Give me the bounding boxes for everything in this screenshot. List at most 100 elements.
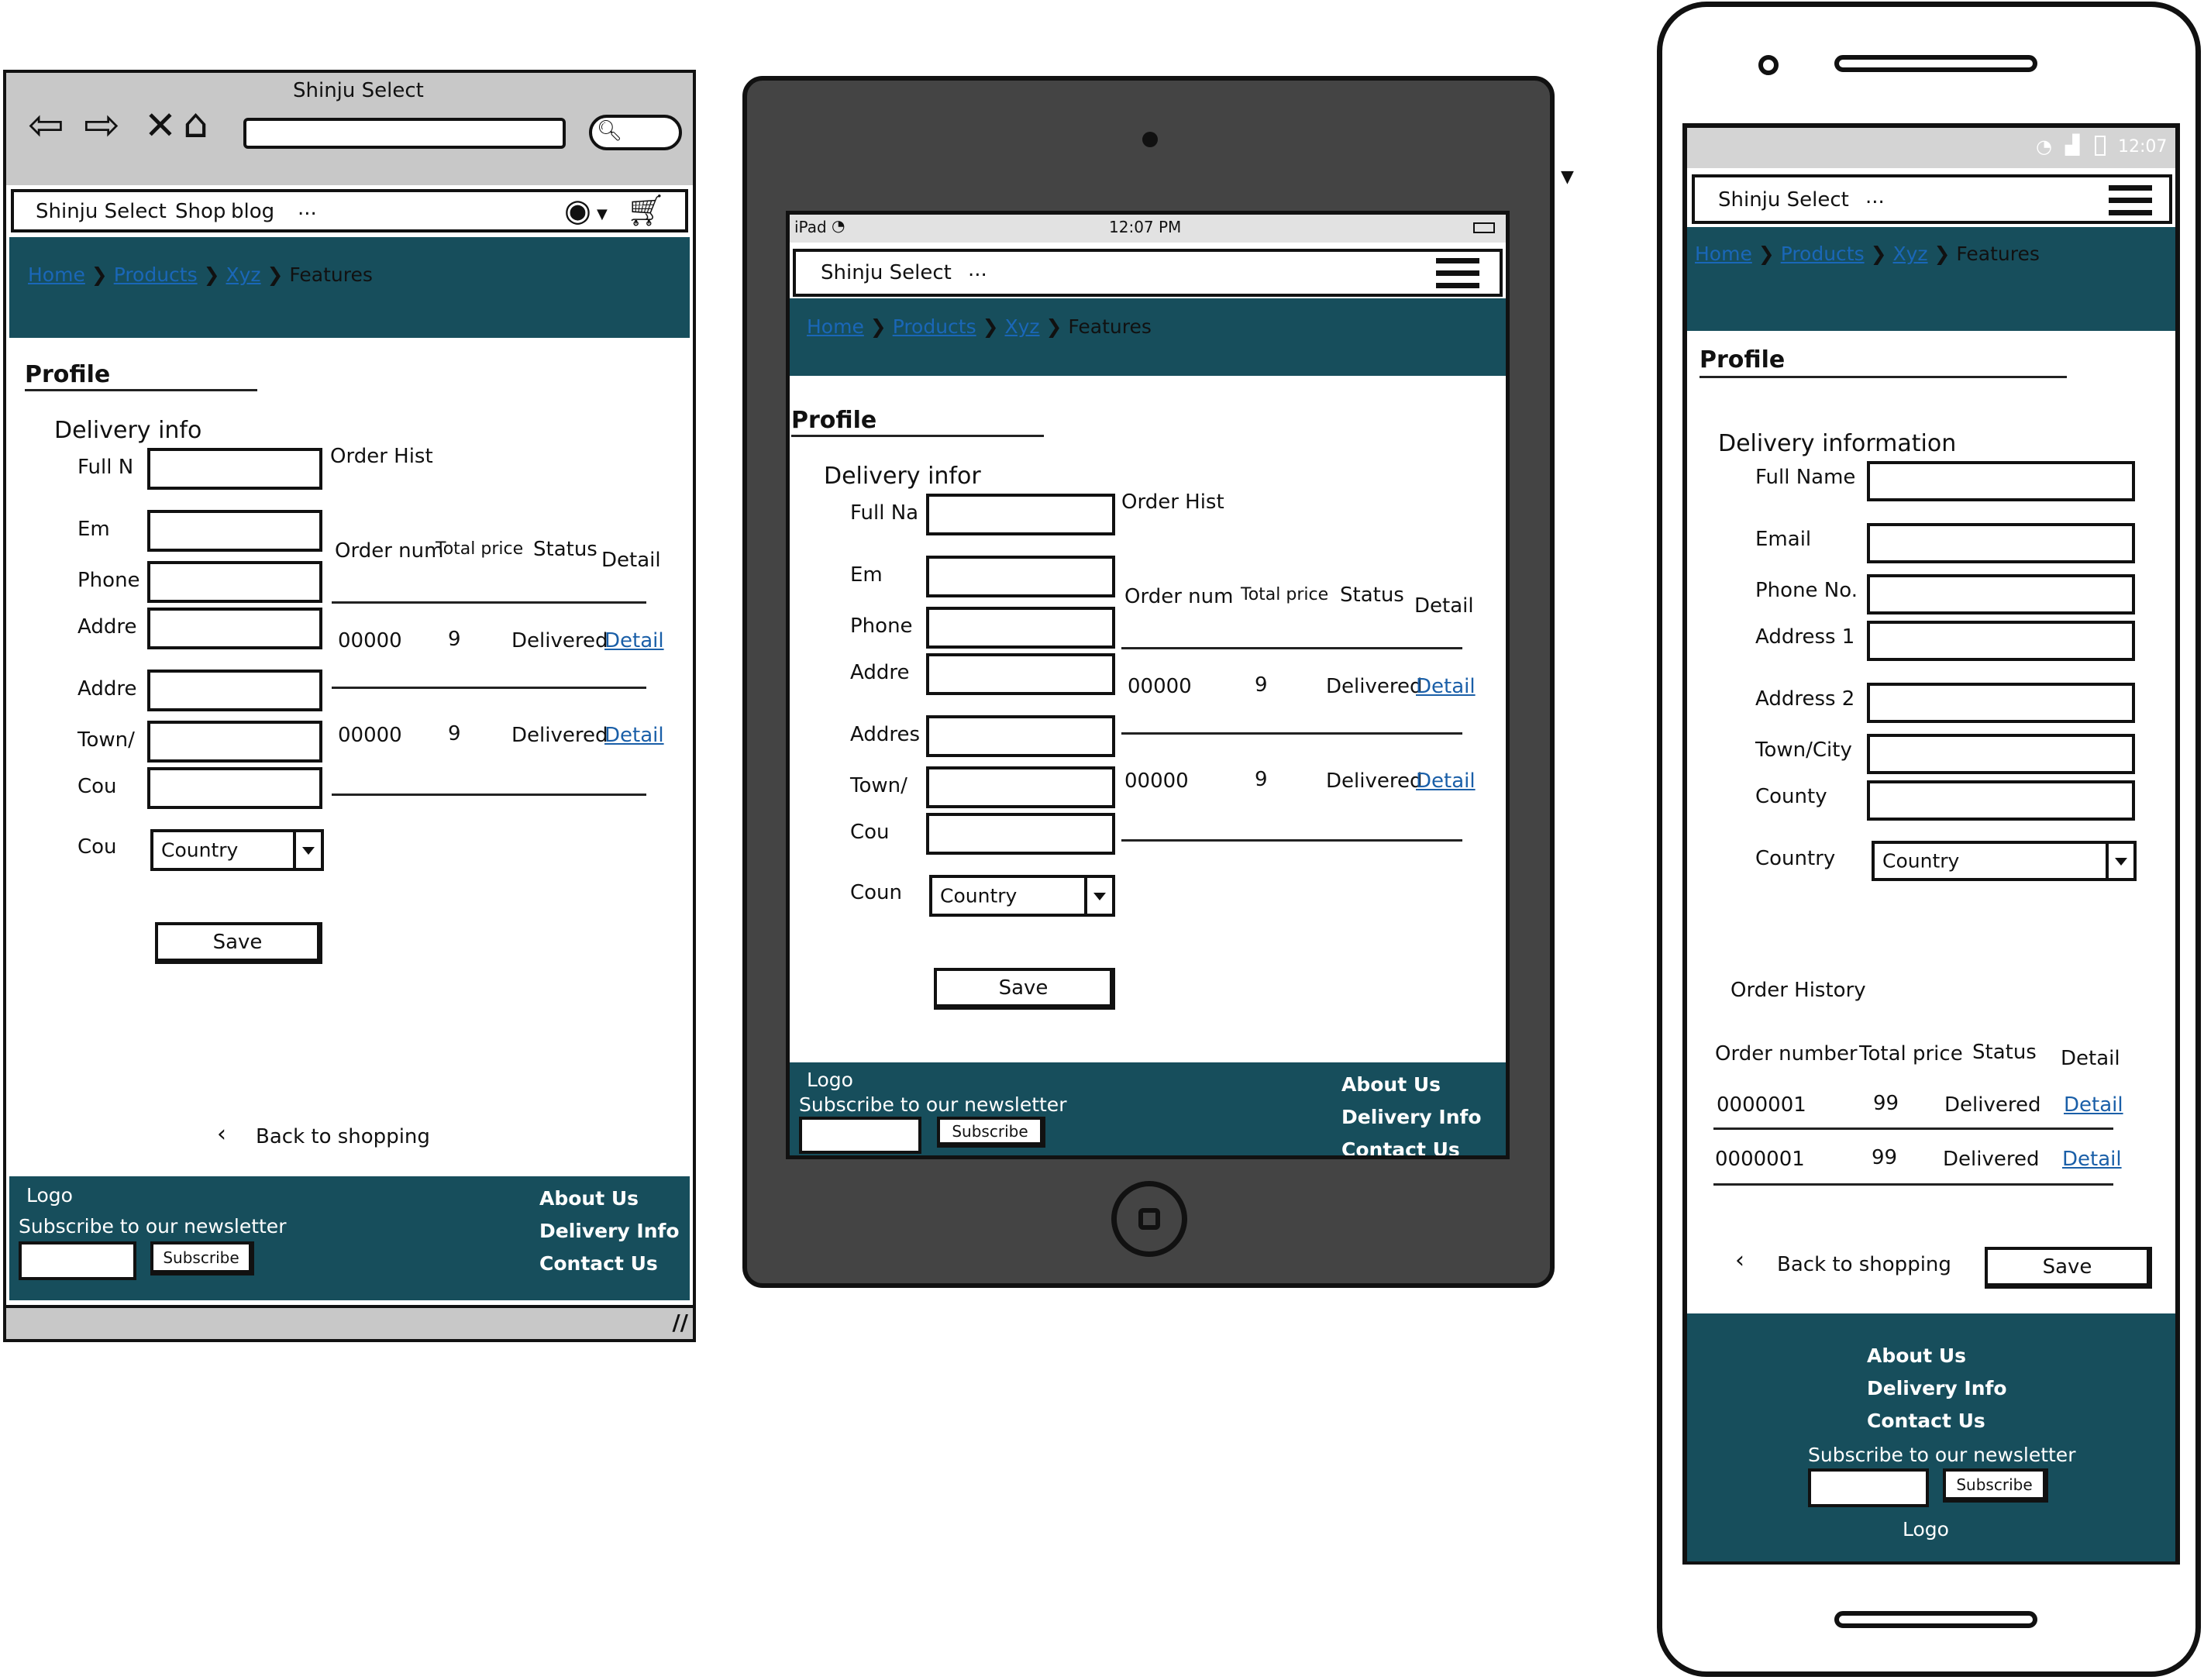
order-row-2-detail-link[interactable]: Detail (604, 724, 664, 747)
email-input[interactable] (1867, 523, 2135, 563)
order-header-num: Order number (1715, 1042, 1858, 1065)
address-bar[interactable] (243, 118, 566, 149)
newsletter-label: Subscribe to our newsletter (799, 1093, 1067, 1116)
page-title: Profile (25, 361, 111, 388)
address1-input[interactable] (147, 608, 322, 649)
back-to-shopping-link[interactable]: Back to shopping (1777, 1253, 1951, 1276)
email-input[interactable] (147, 510, 322, 552)
order-header-status: Status (1972, 1041, 2037, 1064)
address2-input[interactable] (926, 715, 1115, 757)
address1-input[interactable] (926, 653, 1115, 695)
battery-icon (2095, 136, 2106, 156)
order-history-title: Order Hist (1121, 491, 1224, 514)
country-select[interactable]: Country (1872, 841, 2137, 881)
tablet-home-button[interactable] (1111, 1181, 1187, 1257)
order-row-1-detail-link[interactable]: Detail (604, 629, 664, 652)
save-button[interactable]: Save (934, 968, 1115, 1010)
window-title: Shinju Select (293, 79, 424, 102)
order-row-1-num: 00000 (338, 629, 402, 652)
save-button[interactable]: Save (1985, 1247, 2152, 1289)
nav-shop[interactable]: Shop (175, 200, 226, 223)
phone-input[interactable] (1867, 574, 2135, 615)
nav-brand[interactable]: Shinju Select (821, 261, 952, 284)
breadcrumb-sub[interactable]: Xyz (226, 263, 261, 286)
order-row-1-detail-link[interactable]: Detail (2064, 1093, 2123, 1117)
back-arrow-icon[interactable]: ⇦ (28, 104, 64, 147)
footer-delivery-link[interactable]: Delivery Info (1341, 1106, 1482, 1128)
breadcrumb-sub[interactable]: Xyz (1005, 315, 1040, 338)
email-input[interactable] (926, 556, 1115, 597)
nav-more[interactable]: ... (298, 197, 317, 220)
footer-contact-link[interactable]: Contact Us (1867, 1410, 1985, 1432)
browser-chrome: Shinju Select ⇦ ⇨ ✕ ⌂ 🔍︎ (6, 73, 693, 185)
nav-brand[interactable]: Shinju Select (1718, 188, 1849, 212)
subscribe-button[interactable]: Subscribe (937, 1117, 1045, 1148)
breadcrumb-home[interactable]: Home (1695, 243, 1752, 265)
hamburger-menu-icon[interactable] (2109, 179, 2152, 221)
label-country: Country (1755, 847, 1836, 870)
country-select[interactable]: Country (929, 875, 1115, 917)
subscribe-button[interactable]: Subscribe (1943, 1468, 2048, 1503)
close-icon[interactable]: ✕ (144, 104, 177, 147)
order-header-price: Total price (1859, 1042, 1963, 1065)
nav-more[interactable]: ... (1865, 185, 1885, 208)
address2-input[interactable] (147, 670, 322, 711)
footer-delivery-link[interactable]: Delivery Info (1867, 1377, 2007, 1399)
breadcrumb-products[interactable]: Products (114, 263, 198, 286)
breadcrumb-sub[interactable]: Xyz (1893, 243, 1928, 265)
town-input[interactable] (1867, 734, 2135, 774)
browser-search-box[interactable]: 🔍︎ (589, 115, 682, 150)
nav-more[interactable]: ... (968, 258, 987, 281)
country-select[interactable]: Country (150, 829, 324, 871)
chevron-left-icon[interactable]: ‹ (217, 1121, 226, 1148)
back-to-shopping-link[interactable]: Back to shopping (256, 1125, 430, 1148)
full-name-input[interactable] (147, 448, 322, 490)
shopping-cart-icon[interactable]: 🛒︎ (626, 194, 666, 228)
subscribe-button[interactable]: Subscribe (150, 1241, 254, 1275)
footer-delivery-link[interactable]: Delivery Info (539, 1220, 680, 1242)
footer-contact-link[interactable]: Contact Us (1341, 1138, 1460, 1155)
order-row-2-detail-link[interactable]: Detail (2062, 1148, 2122, 1171)
full-name-input[interactable] (1867, 461, 2135, 501)
county-input[interactable] (147, 767, 322, 809)
footer-about-link[interactable]: About Us (1341, 1073, 1441, 1096)
address1-input[interactable] (1867, 621, 2135, 661)
phone-bottom-bar (1834, 1611, 2037, 1628)
newsletter-email-input[interactable] (1808, 1468, 1929, 1507)
order-row-2-detail-link[interactable]: Detail (1416, 769, 1476, 793)
footer-about-link[interactable]: About Us (539, 1187, 639, 1210)
label-town: Town/ (77, 728, 135, 752)
nav-blog[interactable]: blog (231, 200, 274, 223)
chevron-down-icon[interactable]: ▼ (1561, 167, 1574, 187)
user-account-icon[interactable]: ◉ (564, 194, 591, 228)
breadcrumb-home[interactable]: Home (807, 315, 864, 338)
phone-input[interactable] (147, 561, 322, 603)
footer-contact-link[interactable]: Contact Us (539, 1252, 658, 1275)
breadcrumb-products[interactable]: Products (893, 315, 976, 338)
newsletter-email-input[interactable] (19, 1241, 136, 1280)
newsletter-email-input[interactable] (799, 1117, 921, 1154)
save-button[interactable]: Save (155, 922, 322, 964)
county-input[interactable] (1867, 780, 2135, 821)
nav-brand[interactable]: Shinju Select (36, 200, 167, 223)
full-name-input[interactable] (926, 494, 1115, 535)
town-input[interactable] (926, 766, 1115, 808)
breadcrumb-home[interactable]: Home (28, 263, 85, 286)
home-icon[interactable]: ⌂ (183, 102, 208, 146)
county-input[interactable] (926, 813, 1115, 855)
wifi-icon: ◔ (2036, 136, 2052, 157)
phone-input[interactable] (926, 607, 1115, 649)
chevron-down-icon[interactable]: ▼ (597, 206, 608, 222)
resize-grip-icon[interactable]: // (673, 1310, 688, 1335)
breadcrumb-products[interactable]: Products (1781, 243, 1865, 265)
town-input[interactable] (147, 721, 322, 763)
footer-about-link[interactable]: About Us (1867, 1344, 1966, 1367)
order-header-price: Total price (1241, 585, 1329, 604)
chevron-left-icon[interactable]: ‹ (1735, 1247, 1744, 1274)
address2-input[interactable] (1867, 683, 2135, 723)
hamburger-menu-icon[interactable] (1436, 252, 1479, 294)
page-title: Profile (791, 407, 877, 434)
order-row-1-detail-link[interactable]: Detail (1416, 675, 1476, 698)
forward-arrow-icon[interactable]: ⇨ (84, 104, 120, 147)
label-address2: Address 2 (1755, 687, 1855, 711)
